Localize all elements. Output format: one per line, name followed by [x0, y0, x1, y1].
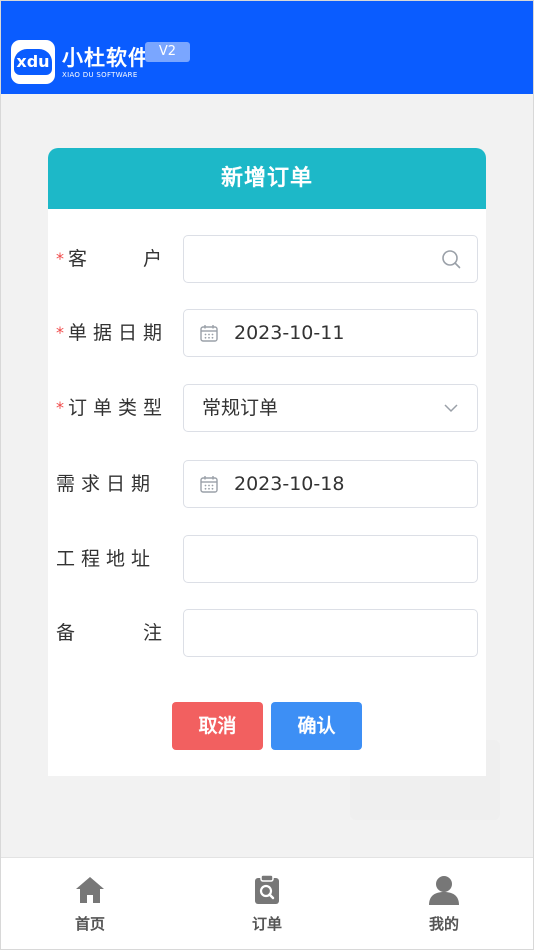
version-badge: V2 — [145, 42, 190, 62]
calendar-icon — [200, 325, 218, 342]
brand-name: 小杜软件 — [62, 46, 150, 70]
user-icon — [429, 876, 459, 905]
tab-home-label: 首页 — [74, 915, 105, 933]
customer-row: * 客户 — [48, 235, 486, 283]
tab-mine-label: 我的 — [428, 915, 459, 933]
required-date-value: 2023-10-18 — [234, 473, 345, 495]
form-title: 新增订单 — [48, 148, 486, 209]
required-mark: * — [56, 249, 64, 268]
bottom-tab-bar: 首页 订单 我的 — [0, 857, 534, 950]
app-header: xdu 小杜软件 XIAO DU SOFTWARE V2 — [0, 0, 534, 94]
order-type-label: * 订单类型 — [56, 397, 169, 419]
search-icon[interactable] — [441, 249, 461, 269]
customer-label-text: 客户 — [68, 248, 162, 270]
new-order-form: 新增订单 * 客户 * 单据日期 2023-10-11 * 订单类型 常规订单 … — [48, 148, 486, 776]
confirm-button[interactable]: 确认 — [271, 702, 362, 750]
remarks-row: 备注 — [48, 609, 486, 657]
document-date-row: * 单据日期 2023-10-11 — [48, 309, 486, 357]
required-mark: * — [56, 398, 64, 417]
order-icon — [255, 874, 279, 904]
logo: xdu — [11, 40, 55, 84]
required-mark: * — [56, 323, 64, 342]
order-type-value: 常规订单 — [202, 397, 279, 419]
document-date-picker[interactable]: 2023-10-11 — [183, 309, 478, 357]
document-date-label: * 单据日期 — [56, 322, 169, 344]
tab-home[interactable]: 首页 — [30, 858, 150, 950]
project-address-label: 工程地址 — [56, 548, 157, 570]
tab-mine[interactable]: 我的 — [384, 858, 504, 950]
remarks-label-text: 备注 — [56, 622, 162, 644]
form-actions: 取消 确认 — [48, 702, 486, 750]
logo-mark: xdu — [14, 49, 52, 75]
calendar-icon — [200, 476, 218, 493]
brand-subtitle: XIAO DU SOFTWARE — [62, 71, 138, 79]
project-address-row: 工程地址 — [48, 535, 486, 583]
order-type-select[interactable]: 常规订单 — [183, 384, 478, 432]
remarks-input[interactable] — [183, 609, 478, 657]
customer-label: * 客户 — [56, 235, 168, 283]
project-address-input[interactable] — [183, 535, 478, 583]
remarks-label: 备注 — [56, 609, 168, 657]
tab-order[interactable]: 订单 — [207, 858, 327, 950]
tab-order-label: 订单 — [251, 915, 282, 933]
required-date-picker[interactable]: 2023-10-18 — [183, 460, 478, 508]
customer-input[interactable] — [183, 235, 478, 283]
home-icon — [76, 877, 104, 903]
document-date-value: 2023-10-11 — [234, 322, 345, 344]
cancel-button[interactable]: 取消 — [172, 702, 263, 750]
chevron-down-icon — [444, 404, 458, 413]
order-type-row: * 订单类型 常规订单 — [48, 384, 486, 432]
required-date-label: 需求日期 — [56, 473, 157, 495]
required-date-row: 需求日期 2023-10-18 — [48, 460, 486, 508]
